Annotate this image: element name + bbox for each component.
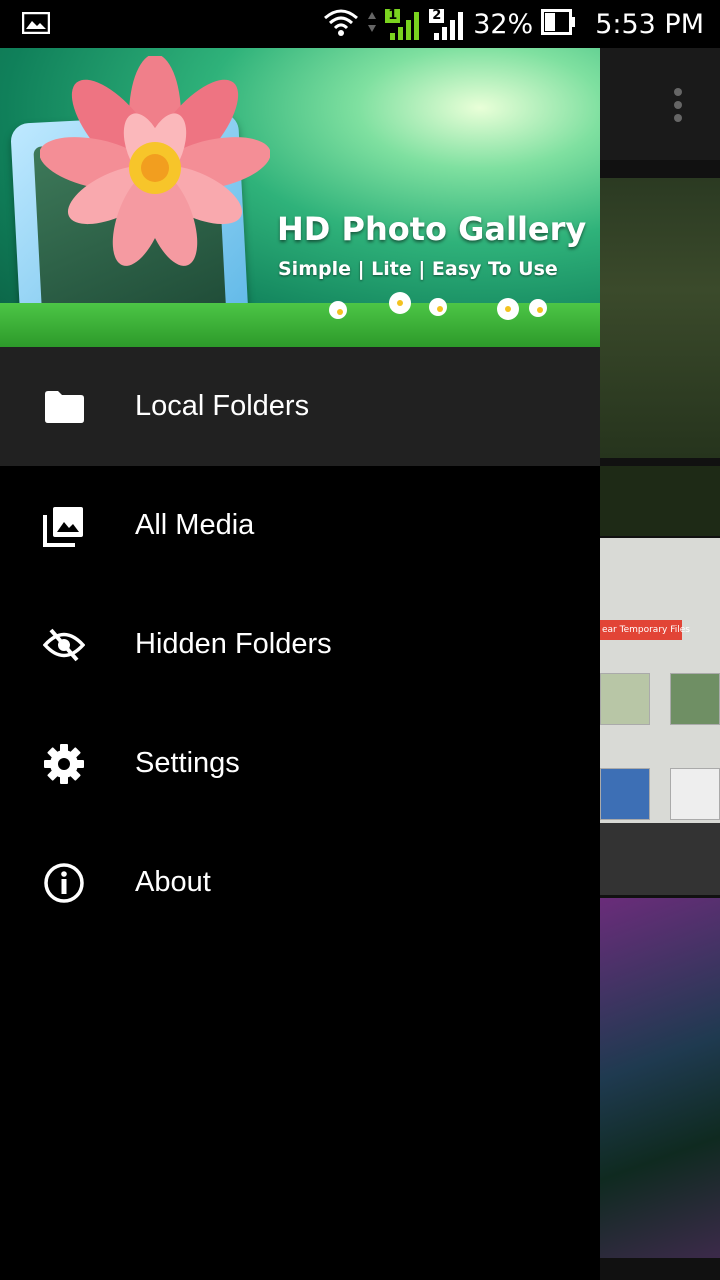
background-tile-caption xyxy=(600,466,720,536)
menu-item-label: All Media xyxy=(135,509,255,541)
background-badge: ear Temporary Files xyxy=(600,620,690,640)
menu-item-label: Settings xyxy=(135,747,240,779)
gear-icon xyxy=(42,742,86,786)
app-tagline: Simple | Lite | Easy To Use xyxy=(278,258,558,280)
battery-percent: 32% xyxy=(473,8,534,40)
sim1-signal-icon: 1 xyxy=(385,7,421,41)
lotus-flower-icon xyxy=(40,56,270,266)
image-icon xyxy=(21,11,51,38)
drawer-menu: Local Folders All Media Hidden Folders S… xyxy=(0,347,600,942)
menu-item-label: About xyxy=(135,866,211,898)
drawer-header-banner: HD Photo Gallery Simple | Lite | Easy To… xyxy=(0,48,600,347)
background-photo-tile[interactable] xyxy=(600,898,720,1258)
background-tile-caption xyxy=(600,823,720,895)
clock: 5:53 PM xyxy=(595,8,704,40)
navigation-drawer: HD Photo Gallery Simple | Lite | Easy To… xyxy=(0,48,600,1280)
menu-item-label: Hidden Folders xyxy=(135,628,332,660)
background-app-content: ear Temporary Files xyxy=(600,48,720,1280)
more-options-icon[interactable] xyxy=(674,88,682,127)
menu-item-label: Local Folders xyxy=(135,390,310,422)
background-photo-tile[interactable] xyxy=(600,178,720,458)
photo-library-icon xyxy=(42,504,86,548)
menu-item-all-media[interactable]: All Media xyxy=(0,466,600,585)
info-icon xyxy=(42,861,86,905)
battery-icon xyxy=(541,9,576,39)
menu-item-hidden-folders[interactable]: Hidden Folders xyxy=(0,585,600,704)
background-photo-tile[interactable]: ear Temporary Files xyxy=(600,538,720,823)
menu-item-about[interactable]: About xyxy=(0,823,600,942)
data-activity-icon xyxy=(367,10,377,38)
folder-icon xyxy=(42,385,86,429)
app-title: HD Photo Gallery xyxy=(277,210,587,248)
menu-item-settings[interactable]: Settings xyxy=(0,704,600,823)
wifi-icon xyxy=(323,8,359,40)
status-bar: 1 2 32% 5:53 PM xyxy=(0,0,720,48)
sim2-signal-icon: 2 xyxy=(429,7,465,41)
background-toolbar xyxy=(600,48,720,160)
eye-off-icon xyxy=(42,623,86,667)
menu-item-local-folders[interactable]: Local Folders xyxy=(0,347,600,466)
